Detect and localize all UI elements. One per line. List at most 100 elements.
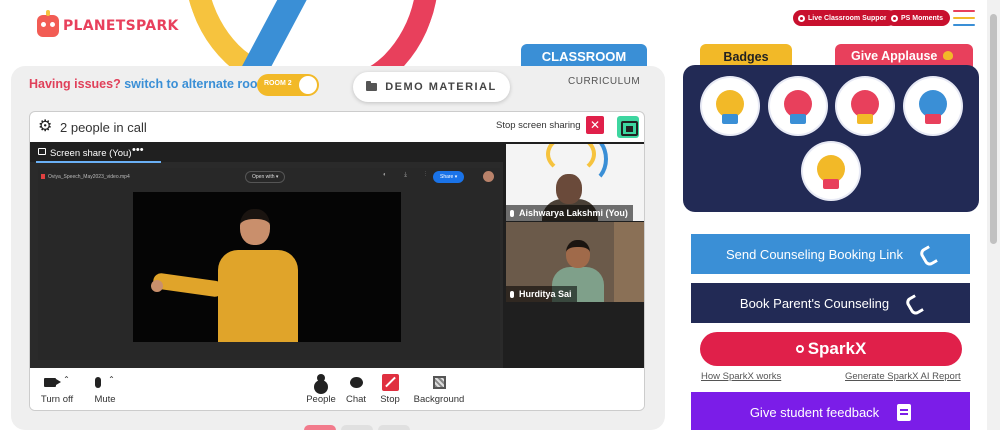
chevron-down-icon[interactable]: ⌃ — [108, 375, 115, 384]
badge-idea[interactable] — [905, 78, 961, 134]
toggle-knob — [299, 76, 317, 94]
button-label: Send Counseling Booking Link — [725, 246, 904, 262]
control-label: Turn off — [40, 394, 74, 405]
participant-name-tag: Aishwarya Lakshmi (You) — [506, 205, 633, 221]
badge-base — [790, 114, 806, 124]
background-icon — [432, 375, 446, 389]
badge-bright-mind[interactable] — [803, 143, 859, 199]
video-subject-hand — [151, 280, 163, 292]
badge-base — [722, 114, 738, 124]
chat-button[interactable]: Chat — [344, 374, 368, 405]
call-controls: ⌃ Turn off ⌃ Mute People Chat Stop Backg… — [30, 368, 644, 410]
book-parent-counseling-button[interactable]: Book Parent's Counseling — [691, 283, 970, 323]
microphone-icon — [510, 209, 514, 217]
viewer-tool-icons[interactable]: ◐ ⤓ ⋮ — [383, 172, 434, 179]
chevron-down-icon[interactable]: ⌃ — [63, 375, 70, 384]
badge-base — [925, 114, 941, 124]
pager — [304, 425, 410, 430]
badge-achiever[interactable] — [837, 78, 893, 134]
open-with-button[interactable]: Open with ▾ — [245, 171, 286, 183]
how-sparkx-works-link[interactable]: How SparkX works — [701, 371, 781, 382]
pager-tab[interactable] — [341, 425, 373, 430]
room-toggle-label: ROOM 2 — [264, 80, 292, 87]
ps-moments-button[interactable]: PS Moments — [886, 10, 951, 26]
demo-material-button[interactable]: DEMO MATERIAL — [353, 72, 510, 102]
give-student-feedback-button[interactable]: Give student feedback — [691, 392, 970, 430]
demo-material-label: DEMO MATERIAL — [385, 81, 497, 93]
shared-file-name: Oviya_Speech_May2023_video.mp4 — [48, 174, 130, 180]
phone-icon — [921, 246, 935, 262]
shared-video-viewer: Oviya_Speech_May2023_video.mp4 Open with… — [38, 168, 500, 360]
generate-sparkx-report-link[interactable]: Generate SparkX AI Report — [845, 371, 961, 382]
video-subject-head — [240, 209, 270, 245]
student-head — [566, 240, 590, 268]
people-count: 2 people in call — [60, 120, 147, 135]
video-area: Screen share (You) ••• Oviya_Speech_May2… — [30, 142, 644, 368]
screen-share-panel: Screen share (You) ••• Oviya_Speech_May2… — [30, 142, 503, 368]
room-toggle[interactable]: ROOM 2 — [257, 74, 319, 96]
video-call-window: ⚙ 2 people in call Stop screen sharing ✕… — [29, 111, 645, 411]
robot-logo-icon — [37, 10, 59, 37]
microphone-icon — [510, 290, 514, 298]
folder-icon — [366, 81, 378, 91]
viewer-avatar — [483, 171, 494, 182]
video-subject-body — [218, 250, 298, 342]
participant-name: Aishwarya Lakshmi (You) — [519, 208, 628, 218]
live-classroom-support-button[interactable]: Live Classroom Support — [793, 10, 896, 26]
moments-label: PS Moments — [901, 14, 944, 22]
badge-base — [857, 114, 873, 124]
screen-share-bar: Screen share (You) ••• — [30, 142, 503, 163]
stop-share-button[interactable]: Stop — [378, 373, 402, 405]
scrollbar-thumb[interactable] — [990, 14, 997, 244]
pager-tab[interactable] — [378, 425, 410, 430]
send-counseling-link-button[interactable]: Send Counseling Booking Link — [691, 234, 970, 274]
badge-trophy[interactable] — [702, 78, 758, 134]
stop-share-icon — [381, 373, 399, 391]
sparkx-icon — [795, 345, 804, 353]
sparkx-button[interactable]: SparkX — [700, 332, 962, 366]
button-label: Give student feedback — [749, 404, 880, 420]
mute-button[interactable]: ⌃ Mute — [90, 374, 120, 406]
button-label: Book Parent's Counseling — [739, 295, 890, 311]
moments-icon — [891, 14, 898, 22]
video-file-icon — [41, 174, 45, 179]
badge-base — [823, 179, 839, 189]
camera-toggle-button[interactable]: ⌃ Turn off — [38, 374, 76, 406]
tab-curriculum[interactable]: CURRICULUM — [568, 76, 640, 87]
participant-name: Hurditya Sai — [519, 289, 572, 299]
picture-in-picture-icon[interactable] — [617, 116, 639, 138]
video-still-girl-speaking — [133, 192, 401, 342]
teacher-head — [556, 174, 582, 204]
stop-screen-sharing-label[interactable]: Stop screen sharing — [496, 120, 581, 131]
page-scrollbar[interactable] — [987, 0, 1000, 430]
logo-text: PLANETSPARK — [63, 18, 179, 34]
screen-share-label: Screen share (You) — [50, 148, 132, 159]
people-icon — [317, 374, 325, 382]
control-label: Background — [413, 394, 465, 405]
support-label: Live Classroom Support — [808, 14, 889, 22]
share-mini-button[interactable]: Share ▾ — [433, 171, 465, 183]
participant-tile-teacher[interactable]: Aishwarya Lakshmi (You) — [506, 144, 644, 221]
pager-tab-active[interactable] — [304, 425, 336, 430]
clap-icon — [943, 51, 953, 60]
empty-tile — [506, 304, 644, 366]
hamburger-menu-icon[interactable] — [953, 10, 975, 26]
people-button[interactable]: People — [306, 374, 336, 405]
control-label: Stop — [380, 394, 400, 405]
close-share-button[interactable]: ✕ — [586, 116, 604, 134]
camera-icon — [44, 377, 62, 387]
planetspark-logo[interactable]: PLANETSPARK — [37, 10, 179, 37]
control-label: Chat — [345, 394, 367, 405]
microphone-icon — [95, 376, 102, 388]
badge-star-hand[interactable] — [770, 78, 826, 134]
gear-icon[interactable]: ⚙ — [38, 119, 52, 135]
participant-tile-student[interactable]: Hurditya Sai — [506, 222, 644, 302]
participant-name-tag: Hurditya Sai — [506, 286, 577, 302]
switch-room-link[interactable]: switch to alternate room — [124, 77, 268, 91]
background-shelf — [614, 222, 644, 302]
control-label: Mute — [94, 394, 116, 405]
call-header: ⚙ 2 people in call Stop screen sharing ✕ — [30, 112, 644, 142]
more-options-icon[interactable]: ••• — [132, 144, 144, 156]
give-applause-label: Give Applause — [851, 49, 938, 63]
background-button[interactable]: Background — [412, 374, 466, 405]
